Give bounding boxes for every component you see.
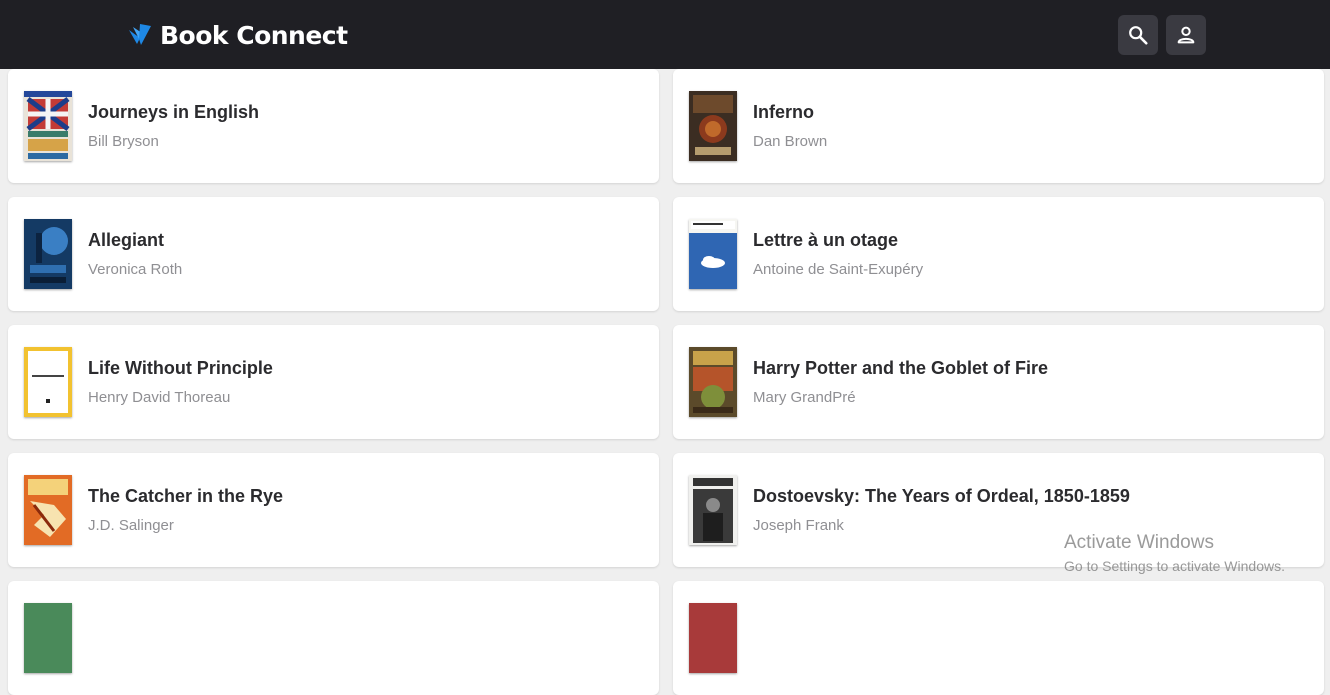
- book-card[interactable]: The Catcher in the Rye J.D. Salinger: [8, 453, 659, 567]
- book-title: Journeys in English: [88, 102, 260, 122]
- book-title: Allegiant: [88, 230, 165, 250]
- watermark-title: Activate Windows: [1064, 532, 1214, 553]
- book-cover: [24, 475, 72, 545]
- book-title: Life Without Principle: [88, 358, 273, 378]
- app-logo[interactable]: Book Connect: [128, 18, 348, 52]
- book-title: Inferno: [753, 102, 814, 122]
- search-button[interactable]: [1118, 15, 1158, 55]
- search-icon: [1129, 26, 1148, 45]
- book-author: Mary GrandPré: [753, 389, 856, 406]
- brand-icon: [129, 24, 151, 45]
- book-author: Bill Bryson: [88, 133, 159, 150]
- top-app-bar: Book Connect: [0, 0, 1330, 69]
- windows-activation-watermark: Activate Windows Go to Settings to activ…: [1064, 532, 1285, 576]
- book-cover: [689, 475, 737, 545]
- book-author: Veronica Roth: [88, 261, 183, 278]
- book-author: Henry David Thoreau: [88, 389, 231, 406]
- book-cover: [689, 91, 737, 161]
- book-cover: [24, 219, 72, 289]
- book-author: J.D. Salinger: [88, 517, 174, 534]
- book-card[interactable]: Allegiant Veronica Roth: [8, 197, 659, 311]
- book-author: Joseph Frank: [753, 517, 844, 534]
- book-card[interactable]: Lettre à un otage Antoine de Saint-Exupé…: [673, 197, 1324, 311]
- book-author: Dan Brown: [753, 133, 828, 150]
- account-button[interactable]: [1166, 15, 1206, 55]
- book-title: The Catcher in the Rye: [88, 486, 284, 506]
- book-cover: [689, 347, 737, 417]
- book-card[interactable]: Harry Potter and the Goblet of Fire Mary…: [673, 325, 1324, 439]
- book-author: Antoine de Saint-Exupéry: [753, 261, 924, 278]
- book-cover: [689, 219, 737, 289]
- book-cover: [24, 91, 72, 161]
- app-title: Book Connect: [160, 20, 348, 50]
- book-cover: [689, 603, 737, 673]
- book-cover: [24, 347, 72, 417]
- book-title: Harry Potter and the Goblet of Fire: [753, 358, 1049, 378]
- book-card[interactable]: [8, 581, 659, 695]
- watermark-subtitle: Go to Settings to activate Windows.: [1064, 558, 1285, 574]
- book-card[interactable]: Inferno Dan Brown: [673, 69, 1324, 183]
- person-icon: [1177, 26, 1195, 44]
- book-card[interactable]: Journeys in English Bill Bryson: [8, 69, 659, 183]
- book-card[interactable]: [673, 581, 1324, 695]
- book-title: Lettre à un otage: [753, 230, 899, 250]
- book-title: Dostoevsky: The Years of Ordeal, 1850-18…: [753, 486, 1130, 506]
- book-list: Journeys in English Bill Bryson Inferno …: [0, 0, 1330, 695]
- book-cover: [24, 603, 72, 673]
- book-card[interactable]: Life Without Principle Henry David Thore…: [8, 325, 659, 439]
